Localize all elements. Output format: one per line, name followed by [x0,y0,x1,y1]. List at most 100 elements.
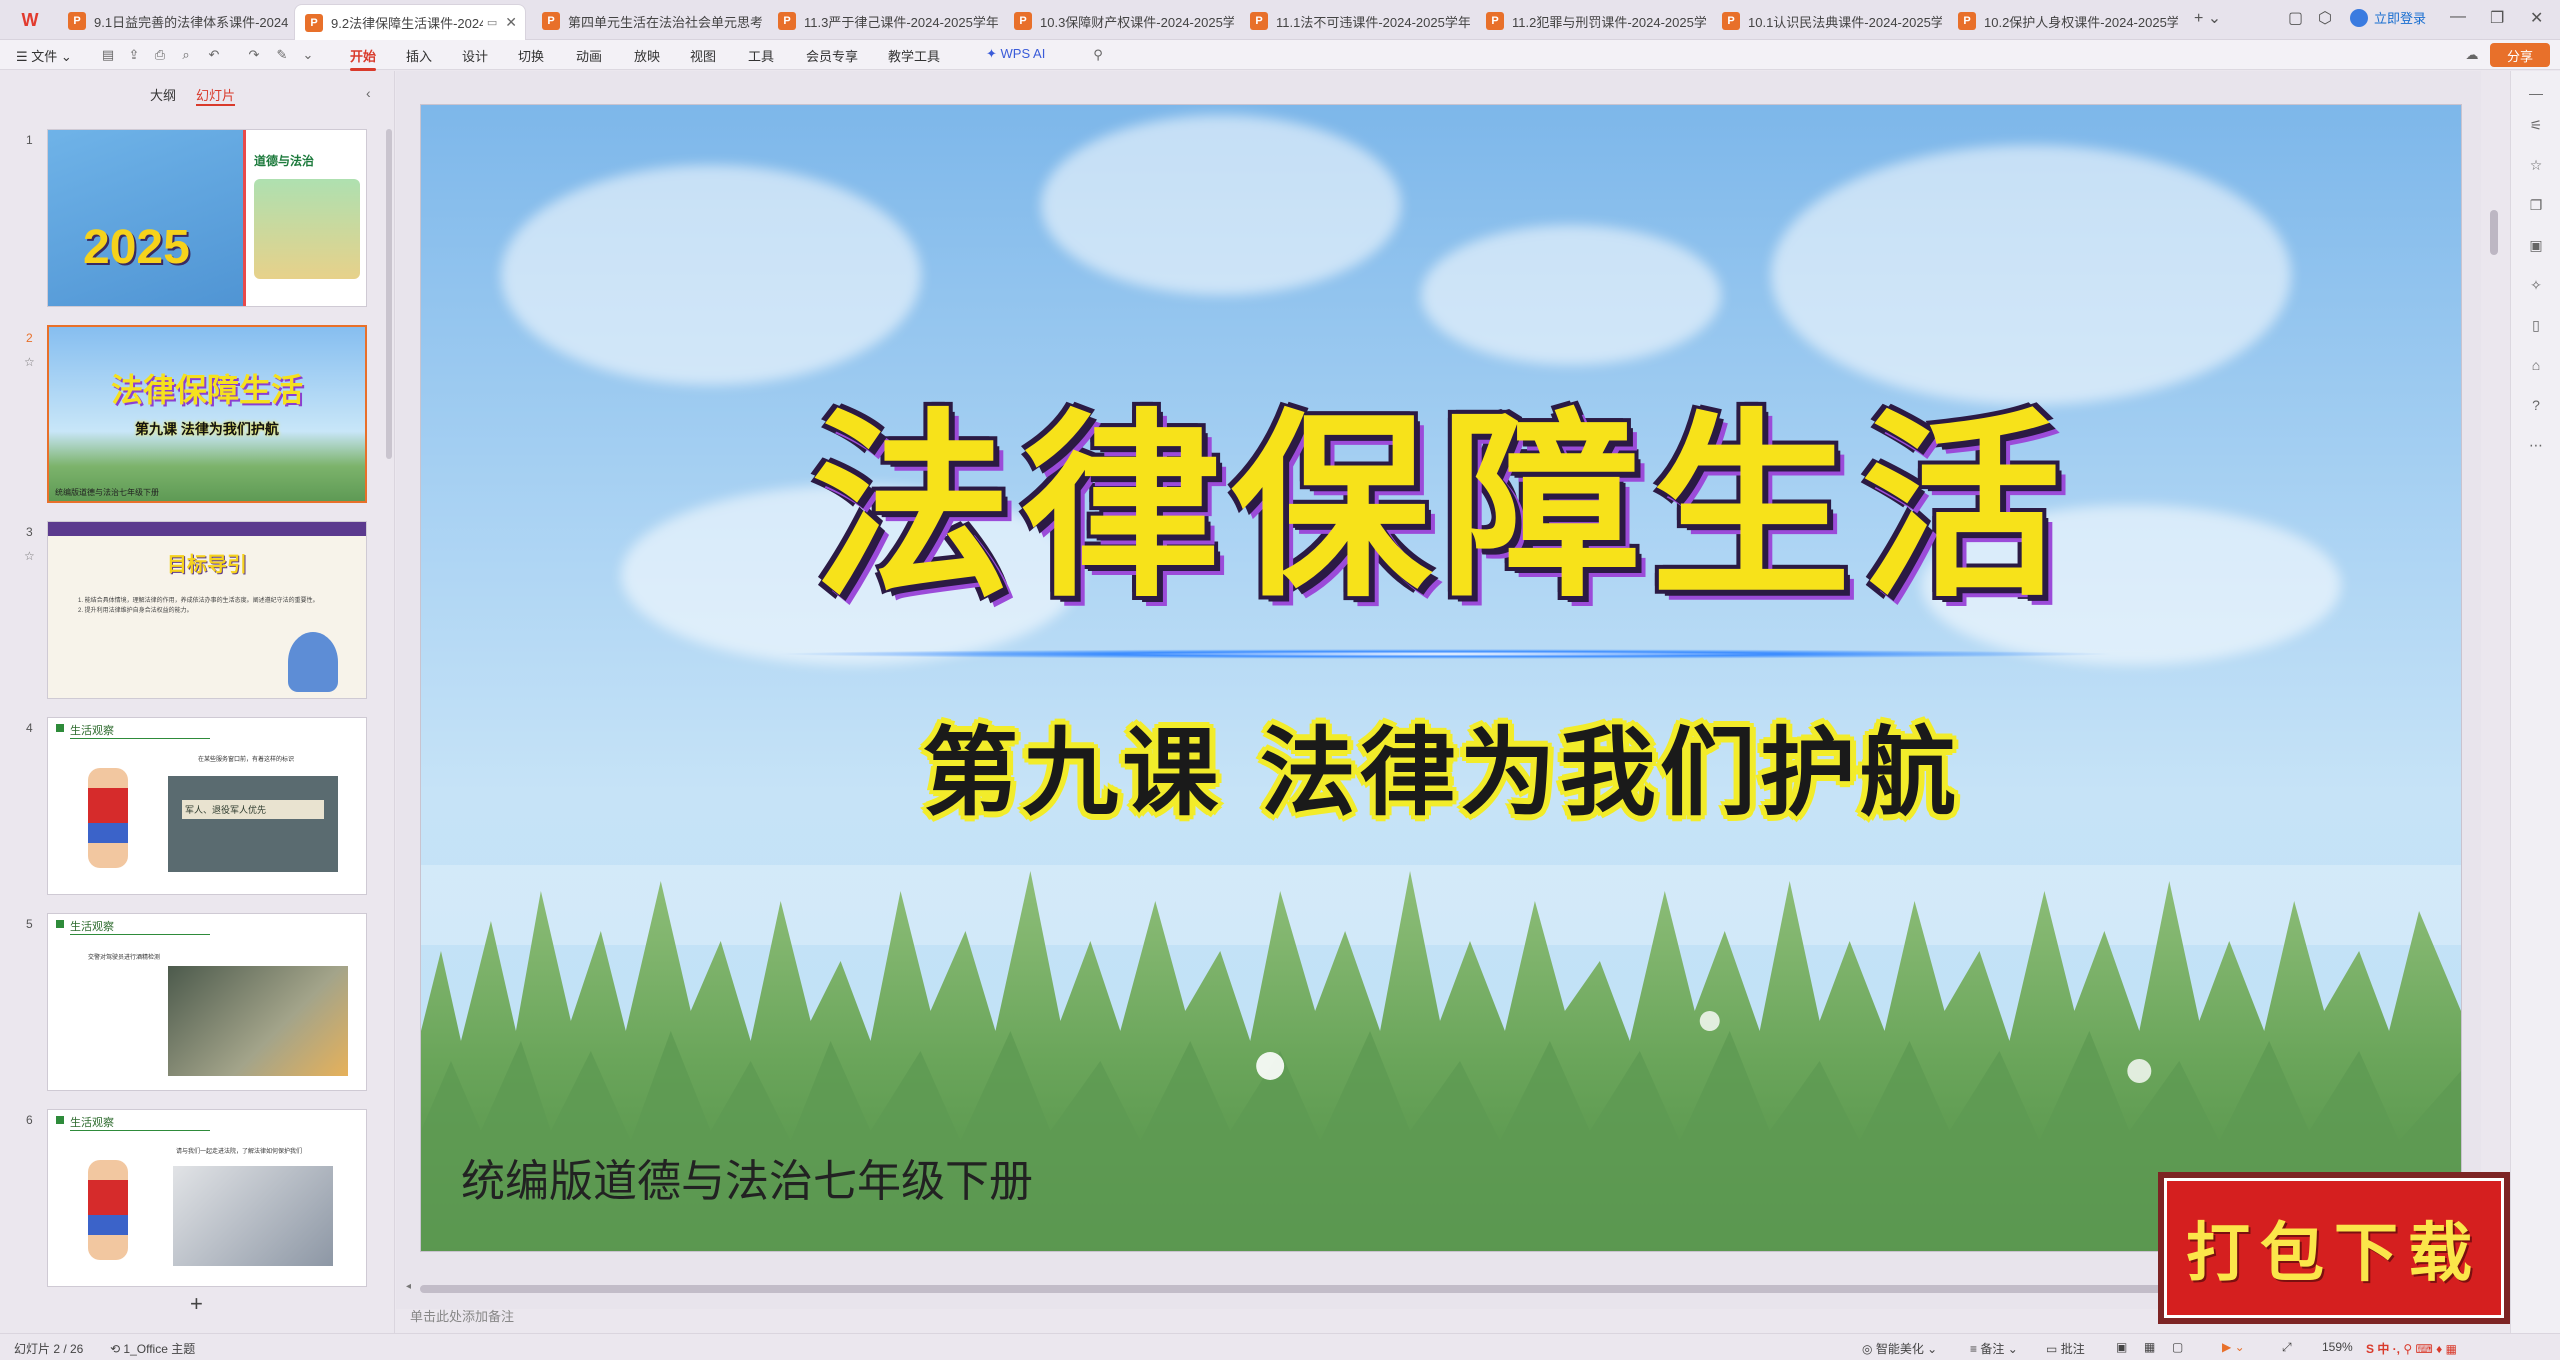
traffic-police-photo [168,966,348,1076]
print-icon[interactable]: ⎙ [152,47,168,63]
cloud-sync-icon[interactable]: ☁ [2464,47,2480,63]
restore-icon[interactable]: ❐ [2490,8,2504,28]
cube-icon[interactable]: ⬡ [2318,8,2332,28]
tab-design[interactable]: 设计 [462,46,488,65]
thumb-caption: 请与我们一起走进法院，了解法律如何保护我们 [176,1149,303,1155]
tab-teaching-tools[interactable]: 教学工具 [888,46,940,65]
adjust-icon[interactable]: ⚟ [2527,117,2545,135]
doc-tab-active[interactable]: P 9.2法律保障生活课件-2024-2 ▭ ✕ [294,4,526,40]
star-icon[interactable]: ☆ [24,355,35,369]
wps-ai-tab[interactable]: ✦ WPS AI [986,46,1045,62]
tab-slideshow[interactable]: 放映 [634,46,660,65]
close-tab-icon[interactable]: ✕ [505,14,517,31]
thumb-caption: 在某些服务窗口前，有着这样的标识 [198,757,295,763]
thumbnail-scrollbar[interactable] [386,129,392,459]
ppt-file-icon: P [305,13,323,32]
star-icon[interactable]: ☆ [24,549,35,563]
more-quick-icon[interactable]: ⌄ [300,47,316,63]
current-slide[interactable]: 法律保障生活 第九课 法律为我们护航 统编版道德与法治七年级下册 [420,104,2462,1252]
play-slideshow-icon[interactable]: ▶ ⌄ [2222,1340,2245,1354]
tab-home[interactable]: 开始 [350,46,377,71]
fit-window-icon[interactable]: ⤢ [2282,1340,2292,1355]
smart-beautify-button[interactable]: ◎ 智能美化 ⌄ [1862,1340,1937,1357]
doc-tab[interactable]: P 10.3保障财产权课件-2024-2025学 [1004,4,1234,38]
wps-logo-icon[interactable]: W [14,8,46,32]
close-window-icon[interactable]: ✕ [2530,8,2543,28]
export-icon[interactable]: ⇪ [126,47,142,63]
slide-thumbnail-4[interactable]: 生活观察 在某些服务窗口前，有着这样的标识 军人、退役军人优先 [47,717,367,895]
theme-indicator[interactable]: ⟲ 1_Office 主题 [110,1340,195,1357]
new-tab-icon[interactable]: + ⌄ [2194,8,2221,28]
tab-outline[interactable]: 大纲 [150,85,176,106]
scroll-left-icon[interactable]: ◂ [406,1281,411,1292]
doc-tab[interactable]: P 11.2犯罪与刑罚课件-2024-2025学 [1476,4,1706,38]
normal-view-icon[interactable]: ▣ [2116,1340,2127,1354]
redo-icon[interactable]: ↷ [246,47,262,63]
slide-thumbnail-2[interactable]: 法律保障生活 第九课 法律为我们护航 统编版道德与法治七年级下册 [47,325,367,503]
notes-toggle[interactable]: ≡ 备注 ⌄ [1970,1340,2018,1357]
slide-thumbnail-5[interactable]: 生活观察 交警对驾驶员进行酒精检测 [47,913,367,1091]
thumb-line: 1. 能结合具体情境，理解法律的作用，养成依法办事的生活态度。阐述遵纪守法的重要… [78,598,319,604]
save-icon[interactable]: ▤ [100,47,116,63]
undo-icon[interactable]: ↶ [206,47,222,63]
image-icon[interactable]: ▣ [2527,237,2545,255]
doc-tab-label: 11.3严于律己课件-2024-2025学年 [804,14,998,30]
tab-animation[interactable]: 动画 [576,46,602,65]
cast-icon[interactable]: ▭ [487,16,497,29]
thumb-sign: 军人、退役军人优先 [182,800,324,819]
doc-tab[interactable]: P 10.1认识民法典课件-2024-2025学 [1712,4,1942,38]
child-illustration [88,768,128,868]
doc-tab[interactable]: P 10.2保护人身权课件-2024-2025学 [1948,4,2178,38]
theme-label: 1_Office 主题 [123,1342,196,1356]
share-button[interactable]: 分享 [2490,43,2550,67]
format-painter-icon[interactable]: ✎ [274,47,290,63]
horizontal-scrollbar[interactable] [420,1285,2420,1293]
download-badge[interactable]: 打包下载 [2158,1172,2510,1324]
stamp-icon[interactable]: ⌂ [2527,357,2545,375]
book-icon[interactable]: ▯ [2527,317,2545,335]
more-icon[interactable]: ⋯ [2527,437,2545,455]
ribbon-bar: ☰ 文件 ⌄ ▤ ⇪ ⎙ ⌕ ↶ ↷ ✎ ⌄ 开始 插入 设计 切换 动画 放映… [0,40,2560,71]
tab-tools[interactable]: 工具 [748,46,774,65]
slide-number: 5 [26,917,33,931]
title-tab-bar: W P 9.1日益完善的法律体系课件-2024-2 P 9.2法律保障生活课件-20… [0,0,2560,40]
doc-tab[interactable]: P 9.1日益完善的法律体系课件-2024-2 [58,4,288,38]
input-method-icon[interactable]: S 中 ·, ⚲ ⌨ ♦ ▦ [2366,1340,2457,1357]
doc-tab[interactable]: P 第四单元生活在法治社会单元思考与 [532,4,762,38]
star-icon[interactable]: ☆ [2527,157,2545,175]
comments-toggle[interactable]: ▭ 批注 [2046,1340,2085,1357]
tab-insert[interactable]: 插入 [406,46,432,65]
slide-thumbnail-6[interactable]: 生活观察 请与我们一起走进法院，了解法律如何保护我们 [47,1109,367,1287]
minus-icon[interactable]: — [2527,85,2545,103]
collapse-pane-icon[interactable]: ‹ [366,85,371,101]
help-icon[interactable]: ? [2527,397,2545,415]
window-layout-icon[interactable]: ▢ [2288,8,2303,28]
slide-thumbnail-1[interactable]: 2025 道德与法治 [47,129,367,307]
ppt-file-icon: P [1958,12,1976,30]
search-icon[interactable]: ⚲ [1090,47,1106,63]
preview-icon[interactable]: ⌕ [178,47,194,63]
login-button[interactable]: 立即登录 [2350,8,2426,27]
doc-tab[interactable]: P 11.3严于律己课件-2024-2025学年 [768,4,998,38]
slide-main-title[interactable]: 法律保障生活 [421,345,2461,635]
copy-icon[interactable]: ❐ [2527,197,2545,215]
doc-tab[interactable]: P 11.1法不可违课件-2024-2025学年 [1240,4,1470,38]
minimize-icon[interactable]: — [2450,8,2466,26]
ppt-file-icon: P [1722,12,1740,30]
slide-edition-text[interactable]: 统编版道德与法治七年级下册 [461,1145,1033,1209]
tab-view[interactable]: 视图 [690,46,716,65]
slide-thumbnail-3[interactable]: 目标导引 1. 能结合具体情境，理解法律的作用，养成依法办事的生活态度。阐述遵纪… [47,521,367,699]
notes-placeholder[interactable]: 单击此处添加备注 [410,1306,514,1325]
tab-slides[interactable]: 幻灯片 [196,85,236,106]
add-slide-icon[interactable]: + [190,1291,203,1317]
file-menu[interactable]: ☰ 文件 ⌄ [16,46,72,65]
tab-transition[interactable]: 切换 [518,46,544,65]
reading-view-icon[interactable]: ▢ [2172,1340,2183,1354]
grid-view-icon[interactable]: ▦ [2144,1340,2155,1354]
slide-subtitle[interactable]: 第九课 法律为我们护航 [421,695,2461,834]
ppt-file-icon: P [1486,12,1504,30]
vertical-scrollbar[interactable] [2490,210,2498,255]
magic-wand-icon[interactable]: ✧ [2527,277,2545,295]
tab-member[interactable]: 会员专享 [806,46,858,65]
zoom-level[interactable]: 159% [2322,1340,2353,1354]
